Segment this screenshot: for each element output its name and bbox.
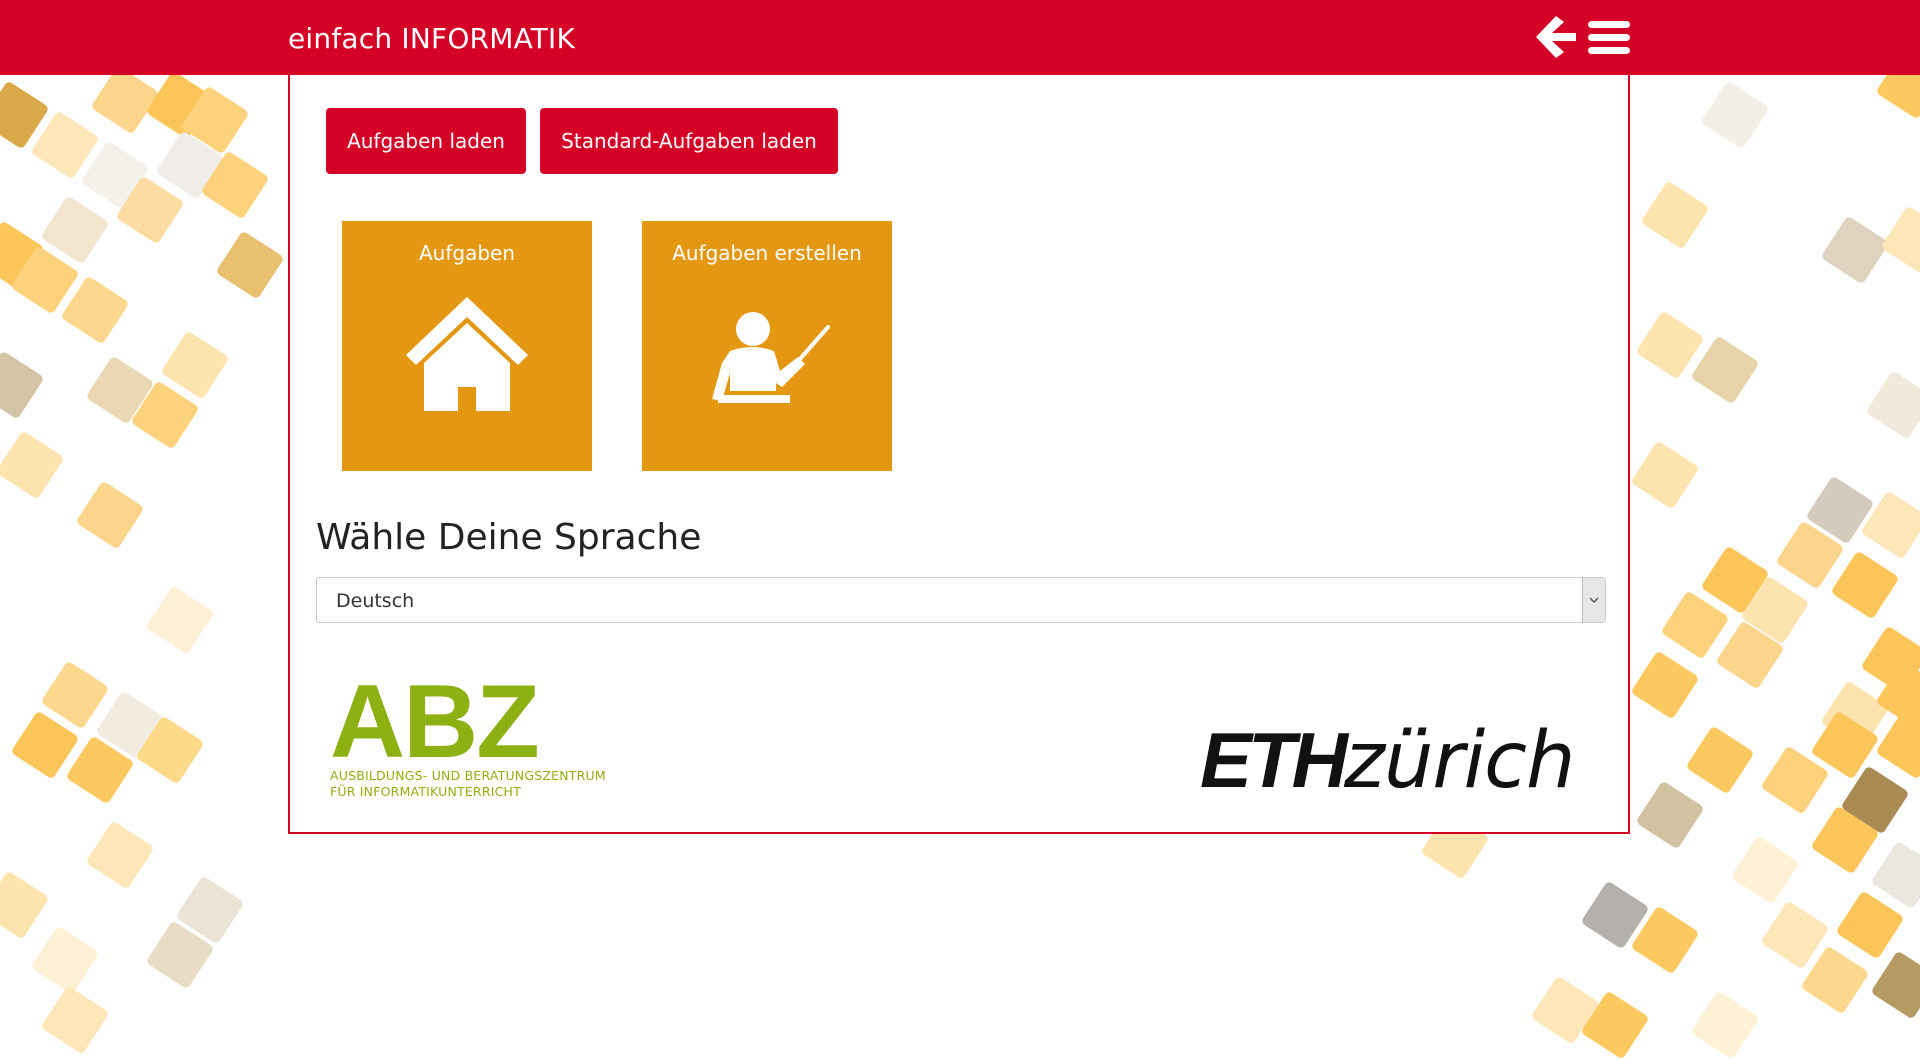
language-heading: Wähle Deine Sprache [316,517,702,558]
header-actions [1534,14,1634,60]
abz-logo[interactable]: ABZ AUSBILDUNGS- UND BERATUNGSZENTRUM FÜ… [330,670,606,800]
eth-logo-bold: ETH [1200,716,1348,804]
abz-logo-line1: AUSBILDUNGS- UND BERATUNGSZENTRUM [330,768,606,783]
hamburger-menu-icon[interactable] [1586,14,1632,60]
load-standard-tasks-button[interactable]: Standard-Aufgaben laden [540,108,838,174]
abz-logo-line2: FÜR INFORMATIKUNTERRICHT [330,784,521,799]
language-select[interactable]: Deutsch [316,577,1606,623]
tasks-tile[interactable]: Aufgaben [342,221,592,471]
create-tasks-tile[interactable]: Aufgaben erstellen [642,221,892,471]
house-icon [406,297,528,411]
arrow-left-icon[interactable] [1534,14,1578,60]
create-tasks-tile-label: Aufgaben erstellen [672,241,862,265]
chevron-down-icon[interactable] [1582,578,1605,622]
tasks-tile-label: Aufgaben [418,241,516,265]
language-select-value: Deutsch [336,590,415,612]
abz-logo-title: ABZ [330,664,540,780]
eth-zurich-logo[interactable]: ETHzürich [1200,715,1590,806]
main-panel: Aufgaben laden Standard-Aufgaben laden A… [288,75,1630,834]
teacher-icon [712,312,830,403]
brand-title[interactable]: einfach INFORMATIK [288,22,575,55]
load-tasks-button[interactable]: Aufgaben laden [326,108,526,174]
eth-logo-light: zürich [1344,716,1575,806]
top-navigation-bar: einfach INFORMATIK [0,0,1920,75]
